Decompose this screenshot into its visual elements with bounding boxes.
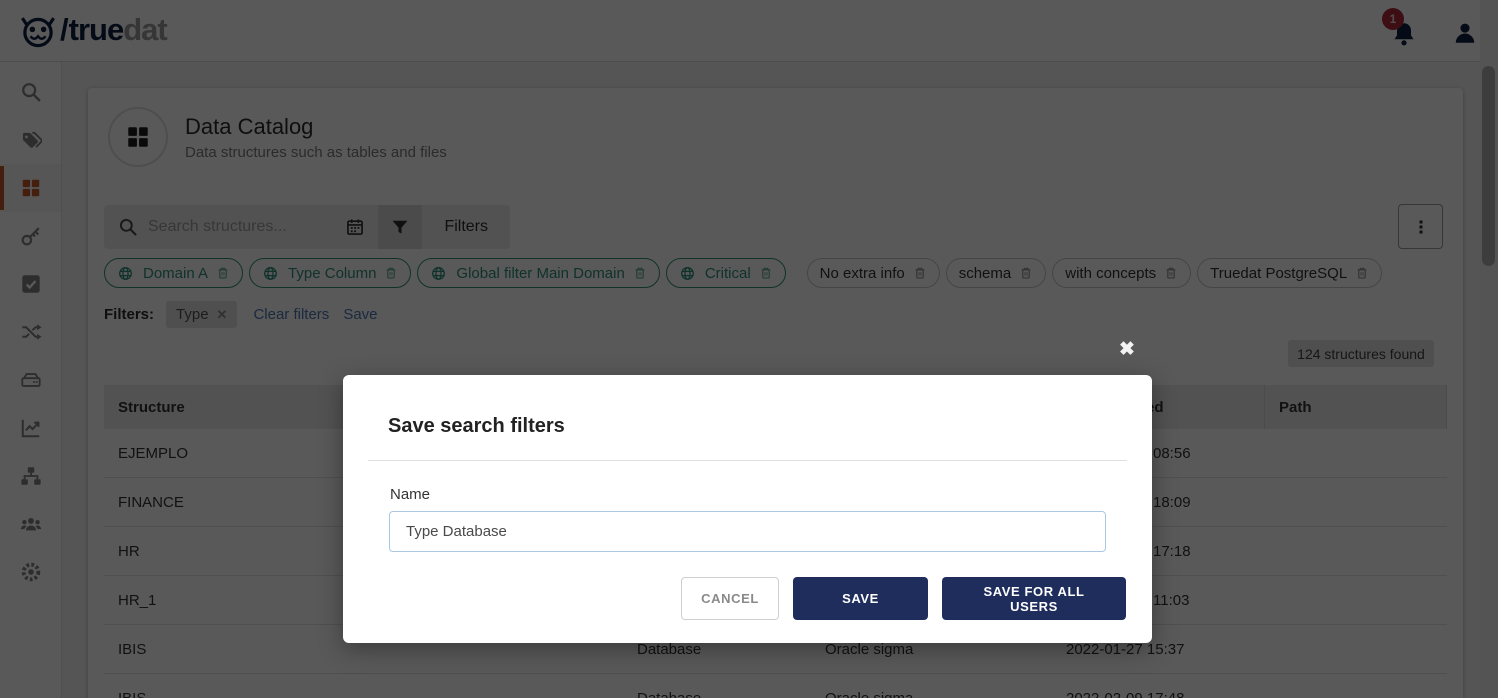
cancel-button[interactable]: CANCEL — [681, 577, 779, 620]
name-field-label: Name — [390, 486, 430, 503]
save-search-filters-modal: Save search filters Name CANCEL SAVE SAV… — [343, 375, 1152, 643]
filter-name-input[interactable] — [389, 511, 1106, 552]
save-for-all-users-button[interactable]: SAVE FOR ALL USERS — [942, 577, 1126, 620]
modal-button-row: CANCEL SAVE SAVE FOR ALL USERS — [681, 577, 1126, 620]
save-button[interactable]: SAVE — [793, 577, 928, 620]
modal-title: Save search filters — [388, 415, 565, 438]
modal-divider — [368, 460, 1127, 461]
modal-close-button[interactable]: ✖ — [1119, 340, 1135, 359]
